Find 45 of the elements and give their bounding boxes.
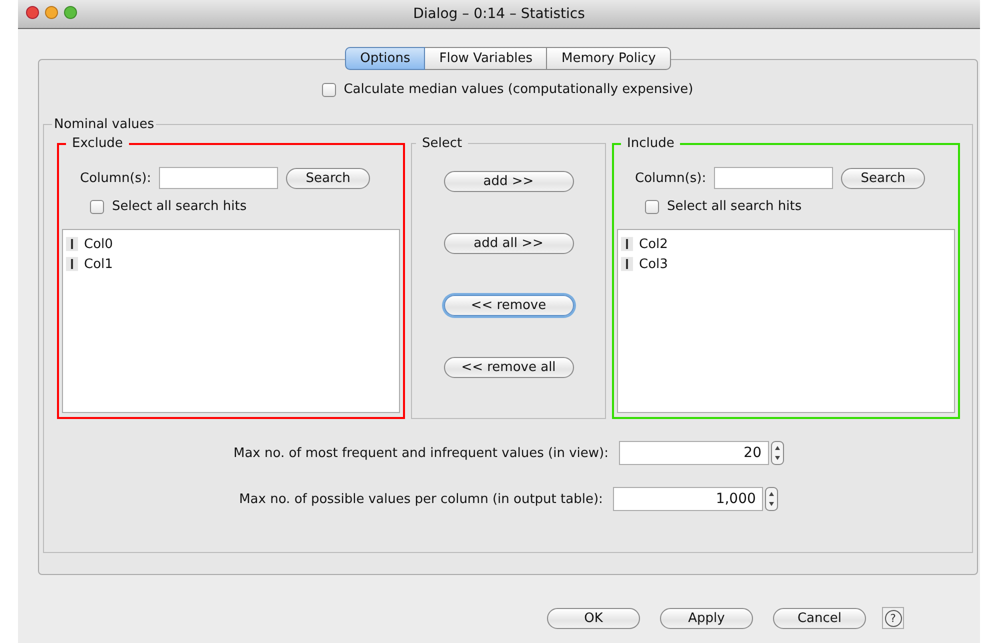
- tab[interactable]: Flow Variables: [425, 47, 548, 70]
- transfer-button[interactable]: add >>: [444, 171, 574, 192]
- dialog-button[interactable]: OK: [547, 608, 640, 628]
- checkbox-label: Select all search hits: [667, 199, 802, 214]
- checkbox[interactable]: [645, 200, 659, 214]
- tab[interactable]: Options: [345, 47, 426, 70]
- group-title: Nominal values: [53, 117, 156, 132]
- number-field[interactable]: 1,000: [612, 487, 763, 511]
- column-type-icon: [621, 257, 633, 271]
- checkbox[interactable]: [322, 82, 336, 96]
- number-field[interactable]: 20: [618, 441, 768, 465]
- window-title: Dialog – 0:14 – Statistics: [413, 6, 585, 22]
- spinner-arrows-icon[interactable]: [764, 487, 778, 511]
- column-type-icon: [621, 237, 633, 251]
- checkbox-label: Calculate median values (computationally expensive): [344, 82, 694, 97]
- column-type-icon: [66, 237, 78, 251]
- panel-title: Select: [421, 136, 464, 151]
- dialog-button[interactable]: Cancel: [773, 608, 866, 628]
- spinner-label: Max no. of possible values per column (in output table):: [239, 492, 603, 506]
- column-name[interactable]: Col0: [84, 236, 113, 252]
- transfer-button[interactable]: << remove: [444, 295, 574, 316]
- spinner-arrows-icon[interactable]: [770, 441, 784, 465]
- column-name[interactable]: Col3: [639, 256, 668, 272]
- search-field[interactable]: [159, 167, 278, 189]
- transfer-button[interactable]: add all >>: [444, 233, 574, 254]
- zoom-icon[interactable]: [64, 6, 77, 19]
- column-name[interactable]: Col2: [639, 236, 668, 252]
- search-label: Column(s):: [80, 170, 152, 186]
- panel-title: Include: [626, 136, 676, 151]
- search-label: Column(s):: [635, 170, 706, 186]
- panel-title: Exclude: [71, 136, 124, 151]
- search-button[interactable]: Search: [841, 168, 926, 188]
- search-field[interactable]: [714, 167, 834, 189]
- transfer-button[interactable]: << remove all: [444, 357, 574, 378]
- close-icon[interactable]: [26, 6, 39, 19]
- column-name[interactable]: Col1: [84, 256, 113, 272]
- checkbox-label: Select all search hits: [112, 199, 247, 214]
- checkbox[interactable]: [90, 200, 104, 214]
- help-button[interactable]: ?: [882, 607, 904, 629]
- column-type-icon: [66, 257, 78, 271]
- search-button[interactable]: Search: [286, 168, 370, 188]
- minimize-icon[interactable]: [45, 6, 58, 19]
- tab[interactable]: Memory Policy: [547, 47, 671, 70]
- dialog-button[interactable]: Apply: [660, 608, 753, 628]
- spinner-label: Max no. of most frequent and infrequent values (in view):: [233, 446, 608, 460]
